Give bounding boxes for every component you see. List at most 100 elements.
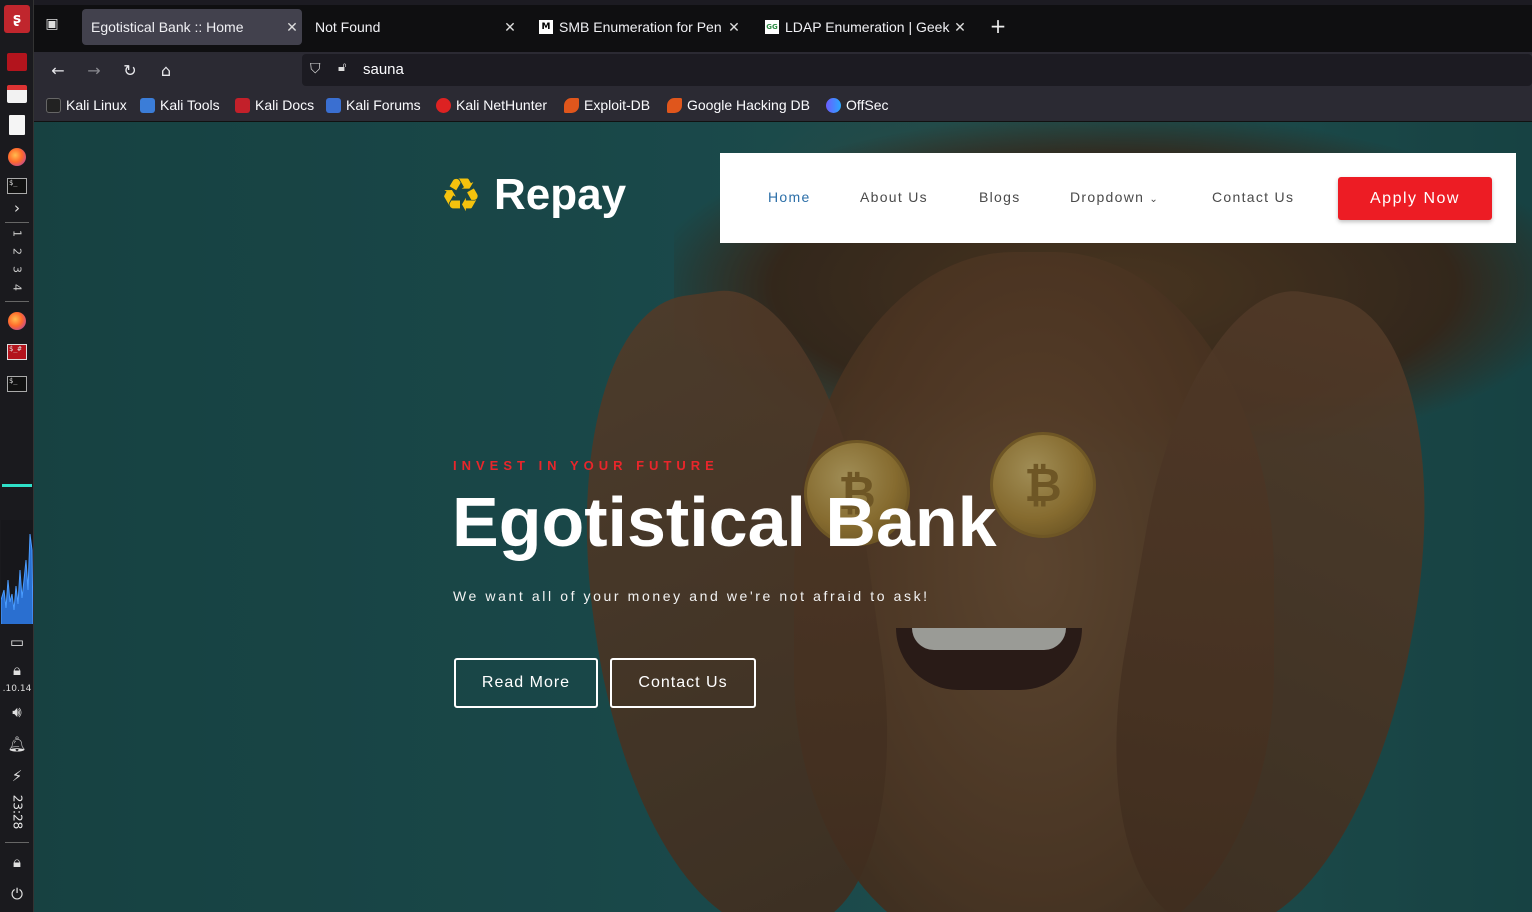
browser-nav-bar: ← → ↻ ⌂ ⛉ 🔓︎ sauna — [34, 52, 1532, 88]
expand-chevron-icon[interactable]: › — [0, 198, 34, 218]
window-terminal[interactable]: $_ — [0, 374, 34, 394]
workspace-3[interactable]: 3 — [11, 261, 24, 279]
firefox-icon — [8, 148, 26, 166]
network-graph-icon — [1, 520, 33, 624]
bookmark-kali-tools[interactable]: Kali Tools — [140, 97, 220, 113]
url-text[interactable]: sauna — [363, 61, 404, 78]
recycle-logo-icon: ♻ — [440, 168, 482, 222]
read-more-button[interactable]: Read More — [454, 658, 598, 708]
bookmark-label: Kali Forums — [346, 97, 421, 113]
window-root-terminal[interactable]: $_# — [0, 342, 34, 362]
launcher-firefox[interactable] — [0, 146, 34, 168]
tab-label: SMB Enumeration for Pen — [559, 19, 722, 35]
back-arrow-icon[interactable]: ← — [46, 58, 70, 82]
cpu-bar — [2, 484, 32, 487]
lock-screen-icon[interactable]: 🔒︎ — [0, 852, 34, 872]
tab-close-icon[interactable]: ✕ — [500, 19, 520, 36]
new-tab-plus-icon[interactable]: + — [988, 14, 1008, 38]
bookmark-label: Exploit-DB — [584, 97, 651, 113]
chevron-down-icon: ⌄ — [1149, 194, 1160, 205]
clock[interactable]: 23:28 — [0, 792, 34, 832]
root-terminal-icon: $_# — [7, 344, 27, 360]
nav-blogs[interactable]: Blogs — [979, 189, 1021, 205]
nav-about-us[interactable]: About Us — [860, 189, 928, 205]
kali-dragon-icon — [46, 97, 61, 113]
contact-us-button[interactable]: Contact Us — [610, 658, 756, 708]
tab-ldap-enumeration[interactable]: GG LDAP Enumeration | Geek ✕ — [756, 9, 970, 45]
app-icon — [7, 53, 27, 71]
kali-tools-icon — [140, 97, 155, 113]
launcher-files[interactable] — [0, 84, 34, 104]
nav-dropdown-label: Dropdown — [1070, 189, 1145, 205]
url-bar[interactable]: ⛉ 🔓︎ sauna — [302, 54, 1532, 86]
bookmark-kali-forums[interactable]: Kali Forums — [326, 97, 421, 113]
nav-contact-us[interactable]: Contact Us — [1212, 189, 1294, 205]
bookmarks-toolbar: Kali Linux Kali Tools Kali Docs Kali For… — [34, 88, 1532, 122]
text-editor-icon — [9, 115, 25, 135]
network-icon[interactable]: ▭ — [0, 632, 34, 652]
clock-text: 23:28 — [10, 794, 24, 830]
logo-text: Repay — [494, 170, 627, 219]
terminal-icon: $_ — [7, 178, 27, 194]
hero-tagline: INVEST IN YOUR FUTURE — [453, 458, 719, 473]
bookmark-label: Kali Tools — [160, 97, 220, 113]
logout-icon[interactable]: ⏻ — [0, 884, 34, 904]
bookmark-google-hacking-db[interactable]: Google Hacking DB — [667, 97, 810, 113]
divider — [5, 222, 29, 223]
nav-dropdown[interactable]: Dropdown ⌄ — [1070, 189, 1159, 205]
bookmark-label: Google Hacking DB — [687, 97, 810, 113]
folder-icon — [7, 85, 27, 103]
volume-icon[interactable]: 🔊︎ — [0, 702, 34, 722]
bookmark-exploit-db[interactable]: Exploit-DB — [564, 97, 650, 113]
window-firefox[interactable] — [0, 310, 34, 332]
launcher-red-app[interactable] — [0, 52, 34, 72]
tab-label: LDAP Enumeration | Geek — [785, 19, 950, 35]
apply-now-button[interactable]: Apply Now — [1338, 177, 1492, 220]
site-logo[interactable]: ♻ Repay — [436, 170, 626, 220]
launcher-editor[interactable] — [0, 114, 34, 136]
hero-title: Egotistical Bank — [452, 483, 997, 561]
title-bar — [34, 0, 1532, 5]
bookmark-offsec[interactable]: OffSec — [826, 97, 889, 113]
kali-docs-icon — [235, 97, 250, 113]
kali-forums-icon — [326, 97, 341, 113]
divider — [5, 301, 29, 302]
offsec-icon — [826, 97, 841, 113]
launcher-terminal[interactable]: $_ — [0, 176, 34, 196]
tab-close-icon[interactable]: ✕ — [282, 19, 302, 36]
workspace-1[interactable]: 1 — [11, 225, 24, 243]
tab-close-icon[interactable]: ✕ — [724, 19, 744, 36]
vpn-lock-icon[interactable]: 🔒︎ — [0, 660, 34, 680]
divider — [5, 842, 29, 843]
site-navigation: Home About Us Blogs Dropdown ⌄ Contact U… — [720, 153, 1516, 243]
geeksforgeeks-favicon-icon: GG — [765, 20, 779, 34]
tab-not-found[interactable]: Not Found ✕ — [306, 9, 520, 45]
kali-menu-button[interactable]: ʂ — [0, 4, 34, 34]
bookmark-kali-nethunter[interactable]: Kali NetHunter — [436, 97, 547, 113]
tracking-shield-icon[interactable]: ⛉ — [310, 61, 321, 77]
tab-label: Egotistical Bank :: Home — [91, 19, 244, 35]
workspace-4[interactable]: 4 — [11, 279, 24, 297]
tab-list-icon[interactable]: ▣ — [42, 16, 62, 36]
vpn-ip-label: .10.14 — [2, 684, 32, 694]
notifications-bell-icon[interactable]: 🔔︎ — [0, 734, 34, 754]
insecure-lock-icon[interactable]: 🔓︎ — [338, 60, 346, 75]
web-page: ₿ ₿ ♻ Repay Home About Us Blogs Dropdown… — [34, 122, 1532, 912]
bookmark-label: Kali Linux — [66, 97, 127, 113]
forward-arrow-icon[interactable]: → — [82, 58, 106, 82]
bookmark-label: Kali NetHunter — [456, 97, 548, 113]
nethunter-icon — [436, 97, 451, 113]
bookmark-kali-linux[interactable]: Kali Linux — [46, 97, 127, 113]
tab-smb-enumeration[interactable]: M SMB Enumeration for Pen ✕ — [530, 9, 744, 45]
hero-subtitle: We want all of your money and we're not … — [453, 588, 930, 604]
home-icon[interactable]: ⌂ — [154, 58, 178, 82]
tab-egotistical-bank[interactable]: Egotistical Bank :: Home ✕ — [82, 9, 302, 45]
tab-close-icon[interactable]: ✕ — [950, 19, 970, 36]
reload-icon[interactable]: ↻ — [118, 58, 142, 82]
bookmark-kali-docs[interactable]: Kali Docs — [235, 97, 314, 113]
power-manager-icon[interactable]: ⚡︎ — [0, 766, 34, 786]
tab-label: Not Found — [315, 19, 381, 35]
firefox-icon — [8, 312, 26, 330]
workspace-2[interactable]: 2 — [11, 243, 24, 261]
nav-home[interactable]: Home — [768, 189, 811, 205]
